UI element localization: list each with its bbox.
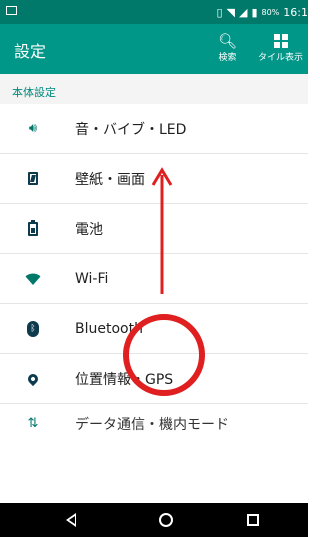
page-title: 設定 bbox=[14, 42, 47, 61]
back-icon bbox=[66, 513, 76, 527]
settings-item-bluetooth[interactable]: ᛒ Bluetooth bbox=[0, 304, 308, 354]
nfc-icon: ▯ bbox=[216, 5, 223, 19]
settings-item-data[interactable]: ⇅ データ通信・機内モード bbox=[0, 404, 308, 434]
signal-icon: ◢ bbox=[238, 5, 248, 19]
home-button[interactable] bbox=[159, 513, 173, 527]
wallpaper-icon bbox=[24, 170, 42, 188]
search-button[interactable]: 🔍︎ 検索 bbox=[218, 32, 237, 63]
status-indicators: ▯ ◥ ◢ ▮ 80% 16:1 bbox=[216, 0, 308, 24]
settings-item-wallpaper[interactable]: 壁紙・画面 bbox=[0, 154, 308, 204]
search-button-label: 検索 bbox=[218, 53, 237, 63]
settings-item-label: 位置情報・GPS bbox=[75, 371, 174, 388]
settings-list: 🔊︎ 音・バイブ・LED 壁紙・画面 電池 Wi-Fi ᛒ Bluetooth … bbox=[0, 104, 308, 434]
clock: 16:1 bbox=[283, 5, 308, 19]
app-bar: 設定 🔍︎ 検索 タイル表示 bbox=[0, 24, 308, 74]
location-icon bbox=[24, 370, 42, 388]
battery-icon bbox=[24, 219, 42, 238]
tile-view-button[interactable]: タイル表示 bbox=[258, 32, 303, 63]
recent-apps-icon bbox=[247, 514, 259, 526]
volume-icon: 🔊︎ bbox=[28, 121, 38, 136]
settings-item-label: 電池 bbox=[75, 221, 103, 238]
recent-apps-button[interactable] bbox=[247, 514, 259, 526]
grid-icon bbox=[273, 34, 288, 48]
settings-item-label: Bluetooth bbox=[75, 320, 143, 337]
notification-icon bbox=[6, 5, 18, 17]
settings-item-label: 壁紙・画面 bbox=[75, 171, 145, 188]
tile-view-button-label: タイル表示 bbox=[258, 53, 304, 63]
settings-item-battery[interactable]: 電池 bbox=[0, 204, 308, 254]
settings-item-label: データ通信・機内モード bbox=[75, 417, 229, 433]
back-button[interactable] bbox=[66, 513, 76, 527]
section-header: 本体設定 bbox=[0, 74, 308, 104]
wifi-icon bbox=[24, 270, 42, 288]
status-bar: ▯ ◥ ◢ ▮ 80% 16:1 bbox=[0, 0, 308, 24]
settings-item-label: Wi-Fi bbox=[75, 270, 109, 287]
settings-item-label: 音・バイブ・LED bbox=[75, 121, 187, 138]
bluetooth-icon: ᛒ bbox=[24, 320, 42, 338]
settings-item-location[interactable]: 位置情報・GPS bbox=[0, 354, 308, 404]
home-icon bbox=[159, 513, 173, 527]
battery-percent: 80% bbox=[261, 7, 280, 17]
settings-item-wifi[interactable]: Wi-Fi bbox=[0, 254, 308, 304]
battery-status-icon: ▮ bbox=[251, 5, 258, 19]
data-icon: ⇅ bbox=[27, 415, 39, 431]
search-icon: 🔍︎ bbox=[218, 32, 238, 50]
settings-item-sound[interactable]: 🔊︎ 音・バイブ・LED bbox=[0, 104, 308, 154]
wifi-status-icon: ◥ bbox=[226, 5, 235, 19]
navigation-bar bbox=[0, 503, 308, 537]
